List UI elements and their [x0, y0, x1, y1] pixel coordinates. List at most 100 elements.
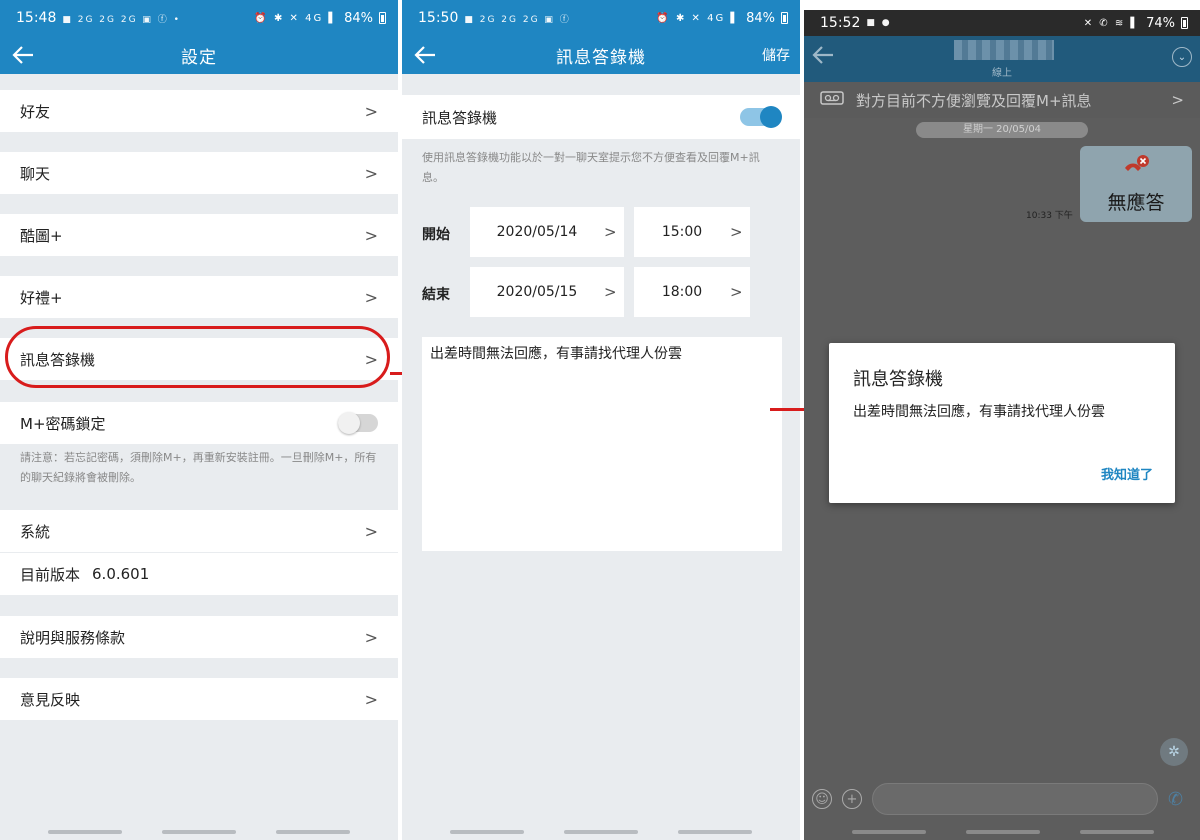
nav-back-button[interactable]	[276, 830, 350, 834]
settings-item-label: 聊天	[20, 164, 51, 183]
chevron-right-icon: >	[1171, 91, 1184, 109]
nav-back-button[interactable]	[678, 830, 752, 834]
auto-reply-banner-text: 對方目前不方便瀏覽及回覆M+訊息	[856, 91, 1092, 110]
auto-reply-banner[interactable]: 對方目前不方便瀏覽及回覆M+訊息 >	[804, 82, 1200, 118]
missed-call-bubble[interactable]: 無應答	[1080, 146, 1192, 222]
settings-item-password-lock[interactable]: M+密碼鎖定	[0, 402, 398, 444]
chevron-right-icon: >	[364, 287, 378, 307]
settings-item-label: 意見反映	[20, 690, 81, 709]
settings-item-label: 系統	[20, 522, 51, 541]
start-label: 開始	[422, 227, 450, 243]
answering-machine-screen: 15:50 ■ 2G 2G 2G ▣ ⓕ ⏰ ✱ ✕ 4G ▌ 84% 訊息答錄…	[402, 0, 800, 840]
nav-recent-button[interactable]	[48, 830, 122, 834]
nav-recent-button[interactable]	[450, 830, 524, 834]
dialog-ok-button[interactable]: 我知道了	[1101, 464, 1153, 483]
settings-item-label: 好禮+	[20, 288, 63, 307]
missed-call-icon	[1121, 154, 1151, 184]
start-date-picker[interactable]: 2020/05/14 >	[470, 207, 624, 257]
settings-item-chat[interactable]: 聊天 >	[0, 152, 398, 194]
nav-home-button[interactable]	[966, 830, 1040, 834]
end-time-picker[interactable]: 18:00 >	[634, 267, 750, 317]
battery-level: 84%	[746, 10, 775, 26]
password-lock-note: 請注意：若忘記密碼，須刪除M+，再重新安裝註冊。一旦刪除M+，所有的聊天紀錄將會…	[20, 451, 377, 484]
nav-back-button[interactable]	[1080, 830, 1154, 834]
start-time: 15:00	[661, 224, 703, 240]
auto-reply-message-input[interactable]: 出差時間無法回應，有事請找代理人份雲	[422, 337, 782, 551]
app-bar: 設定	[0, 36, 398, 74]
page-title: 訊息答錄機	[556, 47, 646, 68]
battery-icon	[1181, 17, 1188, 29]
emoji-icon[interactable]: ☺	[812, 789, 832, 809]
nav-home-button[interactable]	[564, 830, 638, 834]
phone-icon[interactable]: ✆	[1168, 789, 1192, 810]
settings-item-label: 好友	[20, 102, 51, 121]
chevron-right-icon: >	[604, 223, 617, 241]
answering-machine-toggle-row: 訊息答錄機	[402, 95, 800, 139]
highlight-circle	[5, 326, 390, 388]
app-bar: 訊息答錄機 儲存	[402, 36, 800, 74]
toggle-knob	[338, 412, 360, 434]
nav-home-button[interactable]	[162, 830, 236, 834]
save-button[interactable]: 儲存	[762, 45, 790, 65]
message-input[interactable]	[872, 783, 1158, 815]
system-nav-bar	[804, 824, 1200, 840]
chevron-right-icon: >	[364, 627, 378, 647]
settings-item-feedback[interactable]: 意見反映 >	[0, 678, 398, 720]
notification-icons: ■ ●	[866, 18, 892, 28]
contact-name-blurred	[954, 40, 1054, 60]
system-nav-bar	[0, 824, 398, 840]
chevron-right-icon: >	[364, 225, 378, 245]
start-time-picker[interactable]: 15:00 >	[634, 207, 750, 257]
battery-icon	[379, 12, 386, 24]
settings-item-system[interactable]: 系統 >	[0, 510, 398, 552]
system-icons: ⏰ ✱ ✕ 4G ▌	[656, 12, 741, 24]
feature-description: 使用訊息答錄機功能以於一對一聊天室提示您不方便查看及回覆M+訊息。	[422, 151, 760, 184]
toggle-knob	[760, 106, 782, 128]
start-date: 2020/05/14	[496, 224, 578, 240]
nav-recent-button[interactable]	[852, 830, 926, 834]
status-time: 15:50	[418, 10, 459, 26]
version-value: 6.0.601	[92, 565, 150, 583]
voicemail-icon	[820, 91, 844, 109]
settings-item-label: 說明與服務條款	[20, 628, 126, 647]
answering-machine-toggle[interactable]	[740, 106, 782, 128]
system-nav-bar	[402, 824, 800, 840]
chevron-right-icon: >	[604, 283, 617, 301]
status-bar: 15:52 ■ ● ✕ ✆ ≋ ▌ 74%	[804, 10, 1200, 36]
notification-icons: ■ 2G 2G 2G ▣ ⓕ •	[62, 14, 181, 25]
settings-item-stickers[interactable]: 酷圖+ >	[0, 214, 398, 256]
status-bar: 15:48 ■ 2G 2G 2G ▣ ⓕ • ⏰ ✱ ✕ 4G ▌ 84%	[0, 0, 398, 36]
settings-screen: 15:48 ■ 2G 2G 2G ▣ ⓕ • ⏰ ✱ ✕ 4G ▌ 84% 設定…	[0, 0, 398, 840]
password-lock-toggle[interactable]	[338, 412, 378, 434]
notification-icons: ■ 2G 2G 2G ▣ ⓕ	[464, 14, 571, 25]
battery-level: 74%	[1146, 15, 1175, 31]
version-row: 目前版本 6.0.601	[0, 553, 398, 595]
end-date-picker[interactable]: 2020/05/15 >	[470, 267, 624, 317]
message-composer: ☺ + ✆	[804, 772, 1200, 826]
add-icon[interactable]: +	[842, 789, 862, 809]
end-date: 2020/05/15	[496, 284, 578, 300]
settings-item-friends[interactable]: 好友 >	[0, 90, 398, 132]
date-chip: 星期一 20/05/04	[916, 122, 1088, 138]
end-label: 結束	[422, 287, 450, 303]
settings-item-label: M+密碼鎖定	[20, 414, 106, 433]
battery-level: 84%	[344, 10, 373, 26]
dialog-message: 出差時間無法回應，有事請找代理人份雲	[853, 404, 1105, 420]
online-status: 線上	[992, 68, 1012, 79]
end-time: 18:00	[661, 284, 703, 300]
settings-item-gifts[interactable]: 好禮+ >	[0, 276, 398, 318]
back-arrow-icon[interactable]	[410, 40, 440, 70]
chevron-right-icon: >	[730, 283, 743, 301]
chevron-right-icon: >	[364, 689, 378, 709]
chevron-down-icon[interactable]: ⌄	[1172, 47, 1192, 67]
missed-call-label: 無應答	[1107, 191, 1165, 214]
battery-icon	[781, 12, 788, 24]
auto-reply-dialog: 訊息答錄機 出差時間無法回應，有事請找代理人份雲 我知道了	[829, 343, 1175, 503]
dialog-title: 訊息答錄機	[853, 369, 943, 390]
settings-item-terms[interactable]: 說明與服務條款 >	[0, 616, 398, 658]
chevron-right-icon: >	[364, 521, 378, 541]
system-icons: ✕ ✆ ≋ ▌	[1083, 17, 1141, 29]
sticker-icon[interactable]: ✲	[1160, 738, 1188, 766]
back-arrow-icon[interactable]	[8, 40, 38, 70]
chevron-right-icon: >	[364, 163, 378, 183]
